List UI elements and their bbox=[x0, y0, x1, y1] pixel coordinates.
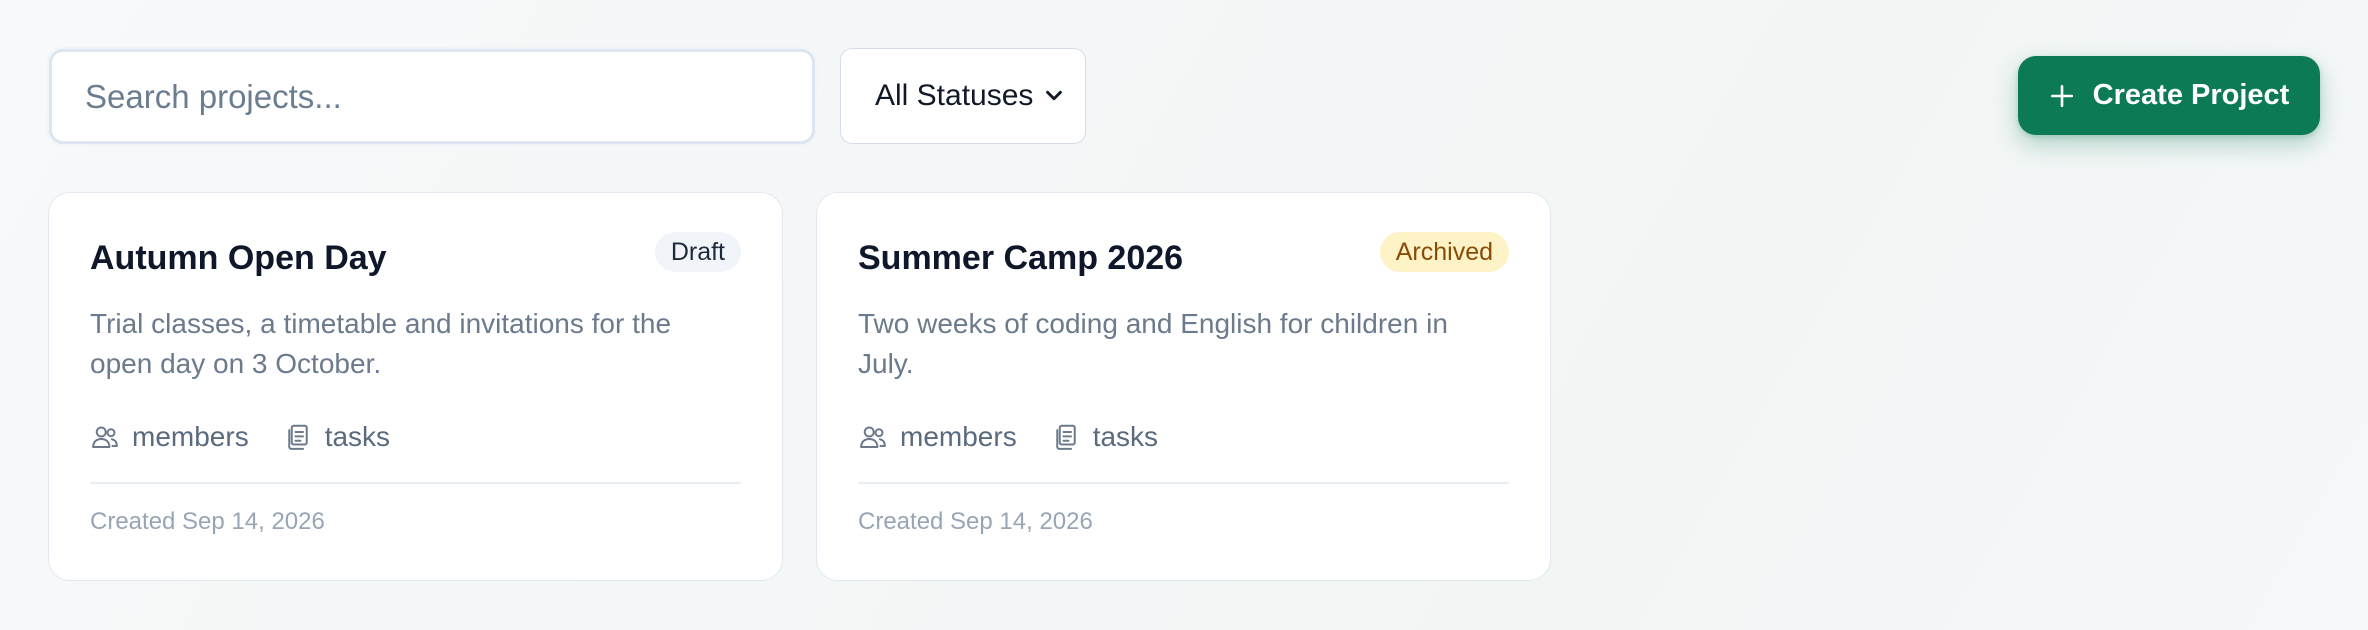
project-meta: members tasks bbox=[90, 417, 424, 457]
tasks-label: tasks bbox=[324, 421, 391, 452]
clipboard-icon bbox=[1055, 424, 1076, 450]
members-count: members bbox=[858, 421, 1017, 453]
status-badge: Archived bbox=[1379, 232, 1509, 272]
project-card[interactable]: Summer Camp 2026 Archived Two weeks of c… bbox=[816, 192, 1551, 581]
project-card[interactable]: Autumn Open Day Draft Trial classes, a t… bbox=[48, 192, 783, 581]
project-description: Trial classes, a timetable and invitatio… bbox=[90, 308, 672, 379]
users-icon bbox=[860, 426, 886, 448]
project-meta: members tasks bbox=[858, 417, 1192, 457]
plus-icon bbox=[2050, 84, 2073, 107]
search-box[interactable] bbox=[49, 49, 815, 144]
members-label: members bbox=[900, 421, 1017, 452]
created-date: Created Sep 14, 2026 bbox=[858, 508, 1093, 535]
chevron-down-icon bbox=[1046, 90, 1062, 101]
toolbar: All Statuses Create Project bbox=[0, 0, 2368, 190]
project-title: Autumn Open Day bbox=[90, 239, 387, 277]
create-project-button[interactable]: Create Project bbox=[2018, 56, 2320, 135]
status-filter-select[interactable]: All Statuses bbox=[840, 48, 1086, 144]
project-description: Two weeks of coding and English for chil… bbox=[858, 308, 1448, 379]
search-input[interactable] bbox=[52, 52, 812, 141]
status-badge: Draft bbox=[654, 232, 741, 272]
project-title: Summer Camp 2026 bbox=[858, 239, 1184, 277]
created-date: Created Sep 14, 2026 bbox=[90, 508, 325, 535]
card-divider bbox=[90, 482, 741, 484]
tasks-label: tasks bbox=[1092, 421, 1159, 452]
users-icon bbox=[92, 426, 118, 448]
tasks-count: tasks bbox=[1051, 421, 1158, 453]
status-filter-value: All Statuses bbox=[875, 79, 1034, 112]
members-count: members bbox=[90, 421, 249, 453]
create-project-label: Create Project bbox=[2092, 79, 2290, 111]
clipboard-icon bbox=[287, 424, 308, 450]
tasks-count: tasks bbox=[283, 421, 390, 453]
members-label: members bbox=[132, 421, 249, 452]
card-divider bbox=[858, 482, 1509, 484]
